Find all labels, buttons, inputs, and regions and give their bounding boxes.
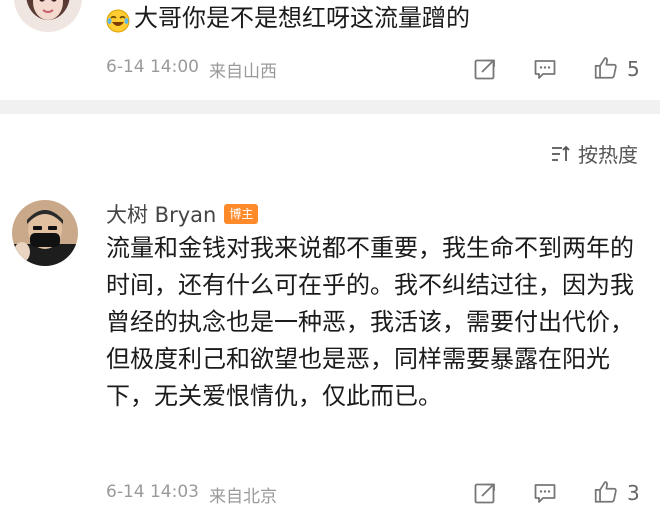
sort-by-hot-button[interactable]: 按热度 [550, 139, 638, 168]
sort-label: 按热度 [578, 143, 638, 167]
section-divider [0, 100, 660, 114]
like-count: 5 [627, 57, 640, 81]
comment-body: 流量和金钱对我来说都不重要，我生命不到两年的时间，还有什么可在乎的。我不纠结过往… [106, 234, 634, 410]
comment-location: 来自北京 [208, 487, 277, 505]
comment-body: 大哥你是不是想红呀这流量蹭的 [134, 4, 470, 32]
laughing-crying-emoji-icon [106, 7, 130, 32]
like-icon[interactable] [593, 479, 619, 505]
username[interactable]: 大树 Bryan [106, 199, 216, 229]
comment-time: 6-14 14:03 [106, 482, 199, 502]
sort-icon [550, 143, 572, 165]
comment-location: 来自山西 [208, 62, 277, 82]
blogger-badge: 博主 [224, 204, 259, 224]
comment-time: 6-14 14:00 [106, 57, 199, 77]
comment-meta: 6-14 14:03 来自北京 [106, 482, 277, 505]
like-icon[interactable] [593, 55, 619, 81]
comment-text: 大哥你是不是想红呀这流量蹭的 [106, 0, 606, 37]
username-row: 大树 Bryan 博主 [106, 199, 259, 229]
comment-meta: 6-14 14:00 来自山西 [106, 57, 277, 82]
share-icon[interactable] [473, 481, 497, 505]
avatar[interactable] [14, 0, 82, 32]
comment-icon[interactable] [533, 481, 557, 505]
like-count: 3 [627, 481, 640, 505]
share-icon[interactable] [473, 57, 497, 81]
avatar[interactable] [12, 200, 78, 266]
comment-icon[interactable] [533, 57, 557, 81]
